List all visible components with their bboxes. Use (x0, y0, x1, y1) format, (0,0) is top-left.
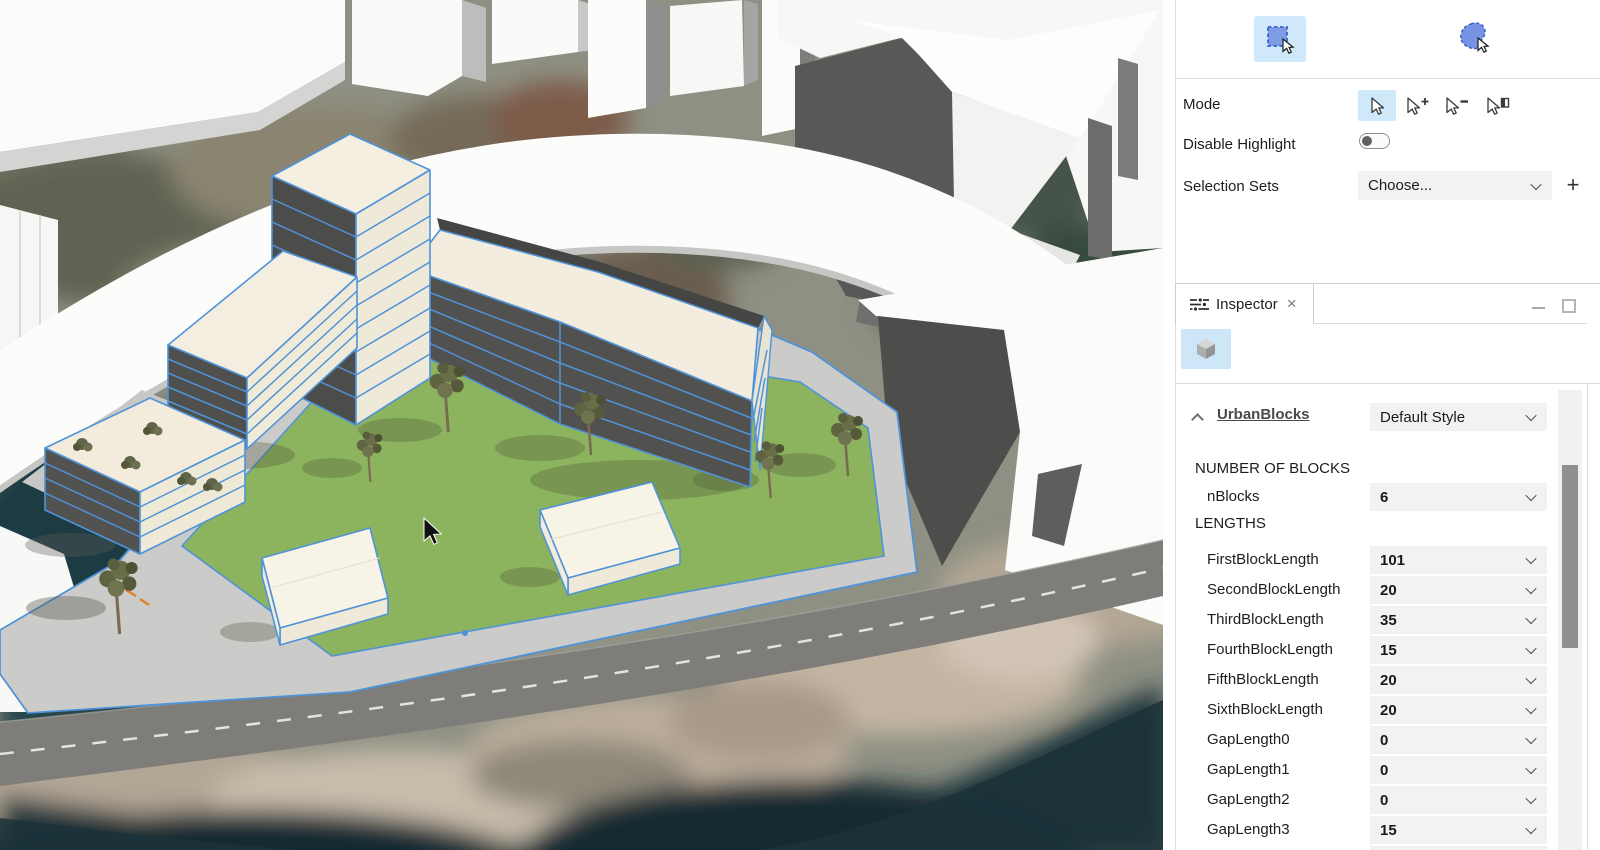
disable-highlight-label: Disable Highlight (1183, 136, 1296, 153)
selection-sets-label: Selection Sets (1183, 178, 1279, 195)
app-window: Mode Disable Highlight (0, 0, 1600, 850)
inspector-right-border (1587, 383, 1588, 850)
param-dropdown-GapLength1[interactable]: 0 (1370, 756, 1547, 784)
tab-strip-border (1314, 323, 1587, 324)
selection-sets-value: Choose... (1368, 177, 1432, 194)
param-value: 0 (1380, 792, 1388, 809)
param-value: 20 (1380, 702, 1397, 719)
param-dropdown-SixthBlockLength[interactable]: 20 (1370, 696, 1547, 724)
cursor-subset-icon (1485, 97, 1511, 115)
chevron-down-icon (1525, 643, 1536, 654)
selection-vertex[interactable] (462, 630, 468, 636)
param-dropdown-FourthBlockLength[interactable]: 15 (1370, 636, 1547, 664)
chevron-down-icon (1525, 703, 1536, 714)
chevron-down-icon (1525, 823, 1536, 834)
tab-inspector[interactable]: Inspector × (1175, 283, 1314, 324)
param-value: 6 (1380, 489, 1388, 506)
rectangle-select-tool-button[interactable] (1254, 16, 1306, 62)
rectangle-select-icon (1263, 23, 1297, 55)
mode-remove-from-selection-button[interactable] (1438, 90, 1476, 121)
chevron-down-icon (1525, 410, 1536, 421)
mode-label: Mode (1183, 96, 1221, 113)
cube-icon (1193, 336, 1219, 362)
selection-sets-dropdown[interactable]: Choose... (1358, 171, 1552, 200)
cursor-icon (1368, 97, 1386, 115)
chevron-down-icon (1525, 553, 1536, 564)
style-value: Default Style (1380, 409, 1465, 426)
param-dropdown-GapLength0[interactable]: 0 (1370, 726, 1547, 754)
param-label: SixthBlockLength (1207, 696, 1323, 724)
param-label: GapLength2 (1207, 786, 1290, 814)
add-selection-set-button[interactable]: + (1562, 172, 1584, 198)
object-title-link[interactable]: UrbanBlocks (1217, 406, 1311, 428)
param-label: FirstBlockLength (1207, 546, 1319, 574)
mode-new-selection-button[interactable] (1358, 90, 1396, 121)
inspector-sliders-icon (1190, 297, 1209, 312)
param-value: 101 (1380, 552, 1405, 569)
param-label: FourthBlockLength (1207, 636, 1333, 664)
param-value: 15 (1380, 642, 1397, 659)
param-dropdown-GapLength3[interactable]: 15 (1370, 816, 1547, 844)
cursor-plus-icon (1405, 97, 1431, 115)
param-value: 0 (1380, 762, 1388, 779)
param-value: 0 (1380, 732, 1388, 749)
mode-select-subset-button[interactable] (1479, 90, 1517, 121)
param-dropdown-FirstBlockLength[interactable]: 101 (1370, 546, 1547, 574)
lasso-select-icon (1452, 20, 1492, 58)
panel-divider (1175, 0, 1176, 850)
section-header: LENGTHS (1195, 515, 1266, 535)
chevron-down-icon (1525, 583, 1536, 594)
chevron-up-icon[interactable] (1191, 413, 1204, 426)
cursor-minus-icon (1444, 97, 1470, 115)
lasso-select-tool-button[interactable] (1451, 18, 1493, 60)
param-value: 15 (1380, 822, 1397, 839)
param-label: SecondBlockLength (1207, 576, 1340, 604)
inspector-tab-title: Inspector (1216, 296, 1278, 313)
scene-3d[interactable] (0, 0, 1163, 850)
viewport-3d[interactable] (0, 0, 1163, 850)
param-dropdown-FifthBlockLength[interactable]: 20 (1370, 666, 1547, 694)
disable-highlight-toggle[interactable] (1359, 133, 1390, 149)
right-panel: Mode Disable Highlight (1163, 0, 1600, 850)
chevron-down-icon (1525, 733, 1536, 744)
style-dropdown[interactable]: Default Style (1370, 403, 1547, 431)
scrollbar-thumb[interactable] (1562, 465, 1578, 648)
param-value: 20 (1380, 582, 1397, 599)
maximize-button[interactable] (1562, 299, 1576, 313)
section-header: NUMBER OF BLOCKS (1195, 460, 1350, 480)
param-dropdown-nBlocks[interactable]: 6 (1370, 483, 1547, 511)
minimize-button[interactable] (1529, 296, 1549, 316)
inspector-divider (1175, 383, 1600, 384)
section-divider (1176, 78, 1600, 79)
param-label: FifthBlockLength (1207, 666, 1319, 694)
param-label: ThirdBlockLength (1207, 606, 1324, 634)
chevron-down-icon (1525, 763, 1536, 774)
param-label: GapLength3 (1207, 816, 1290, 844)
param-label: GapLength1 (1207, 756, 1290, 784)
chevron-down-icon (1525, 490, 1536, 501)
param-value: 35 (1380, 612, 1397, 629)
mode-add-to-selection-button[interactable] (1399, 90, 1437, 121)
param-label: nBlocks (1207, 483, 1260, 511)
chevron-down-icon (1525, 793, 1536, 804)
shape-filter-button[interactable] (1181, 329, 1231, 369)
param-dropdown-SecondBlockLength[interactable]: 20 (1370, 576, 1547, 604)
chevron-down-icon (1525, 673, 1536, 684)
close-icon[interactable]: × (1287, 294, 1297, 314)
param-dropdown-partial[interactable] (1370, 846, 1547, 850)
chevron-down-icon (1525, 613, 1536, 624)
param-dropdown-ThirdBlockLength[interactable]: 35 (1370, 606, 1547, 634)
param-dropdown-GapLength2[interactable]: 0 (1370, 786, 1547, 814)
param-value: 20 (1380, 672, 1397, 689)
chevron-down-icon (1530, 178, 1541, 189)
toggle-knob (1362, 136, 1372, 146)
param-label: GapLength0 (1207, 726, 1290, 754)
